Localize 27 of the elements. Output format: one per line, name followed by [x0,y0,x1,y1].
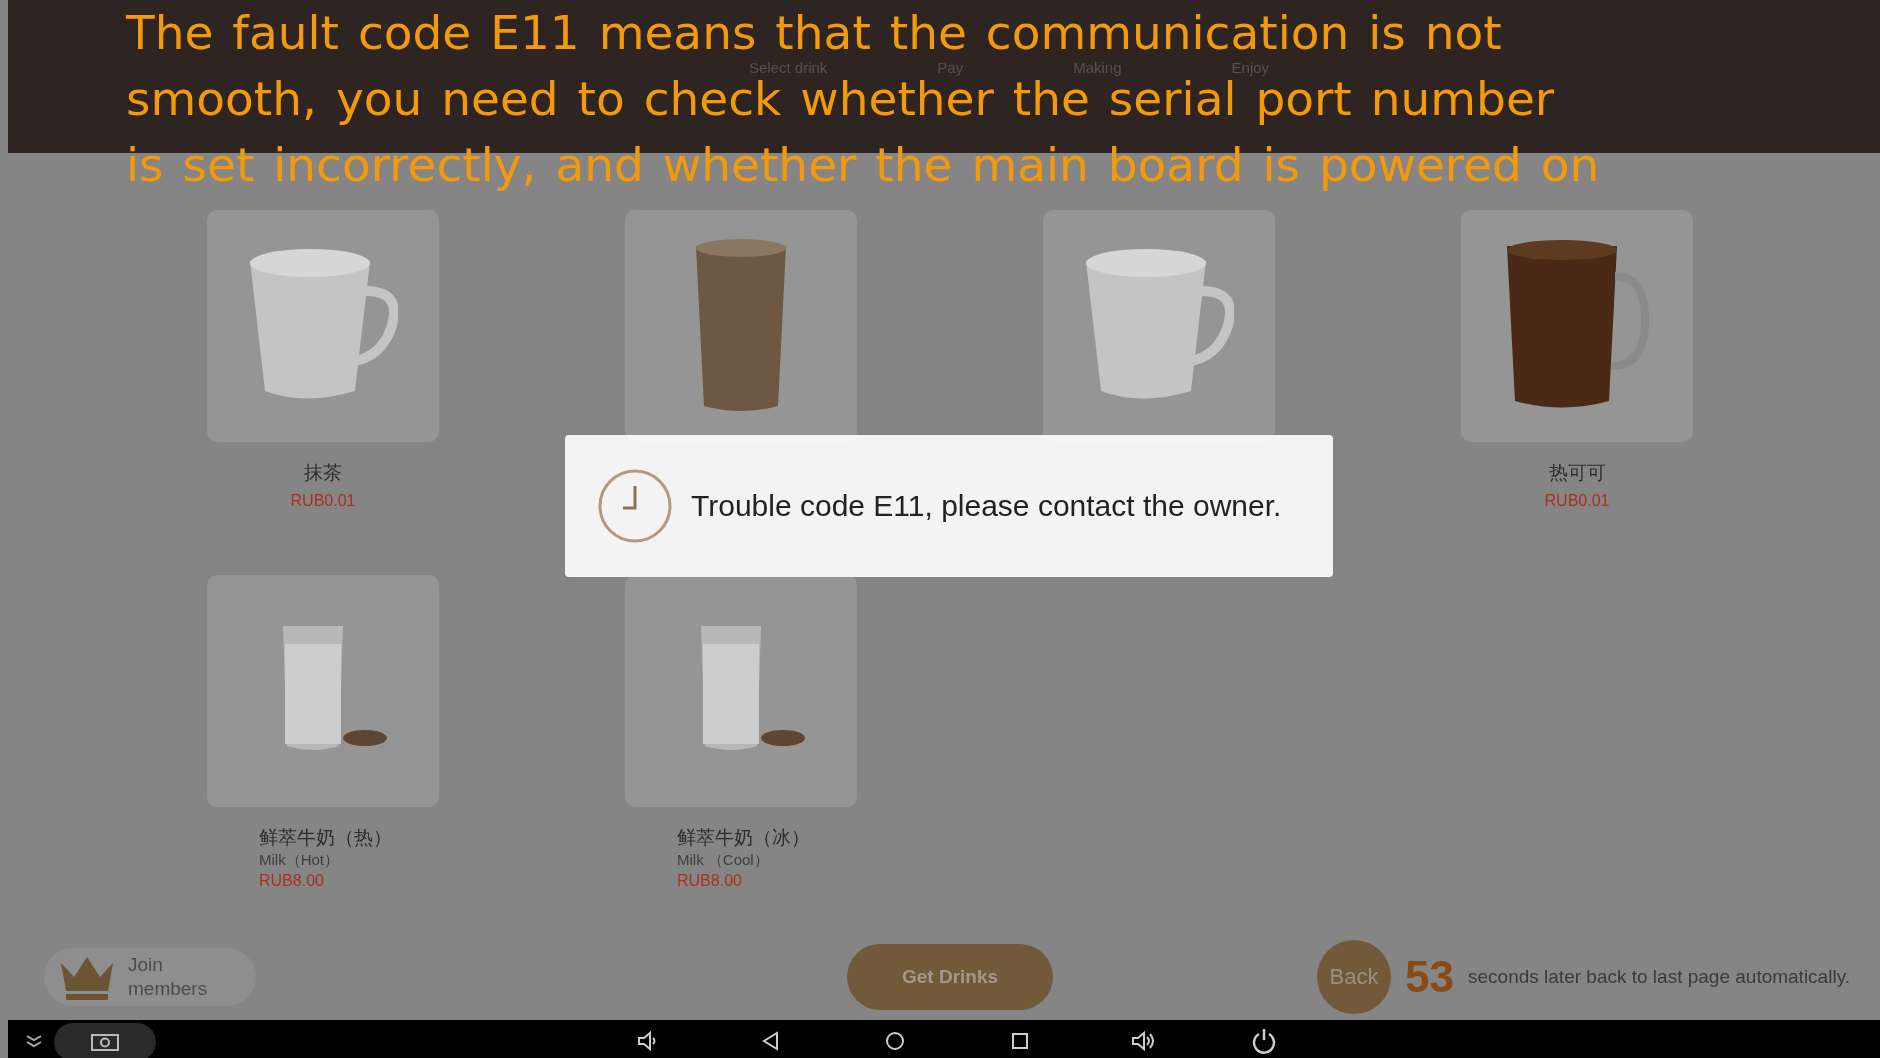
drink-price: RUB8.00 [259,871,324,890]
drink-subtitle: Milk（Hot） [259,850,339,870]
camera-icon [90,1031,120,1052]
error-message: Trouble code E11, please contact the owner. [691,489,1282,523]
annotation-line: smooth, you need to check whether the serial port number [126,74,1555,124]
home-circle-icon[interactable] [884,1029,906,1052]
drink-price: RUB0.01 [290,491,356,510]
drink-name: 抹茶 [304,460,342,485]
screenshot-button[interactable] [54,1022,156,1058]
drink-card[interactable] [1461,209,1693,442]
annotation-line: is set incorrectly, and whether the main board is powered on [126,140,1600,190]
drink-subtitle: Milk （Cool） [677,850,769,870]
clock-icon [597,468,673,544]
get-drinks-button[interactable]: Get Drinks [847,943,1053,1010]
countdown-number: 53 [1405,951,1455,1002]
volume-up-icon[interactable] [1130,1029,1156,1052]
drink-name: 热可可 [1548,460,1606,485]
drink-price: RUB0.01 [1544,491,1610,510]
back-button[interactable]: Back [1317,939,1392,1014]
drink-name: 鲜萃牛奶（冰） [677,825,810,850]
countdown-text: seconds later back to last page automatically. [1468,965,1850,988]
drink-name: 鲜萃牛奶（热） [259,825,392,850]
join-members-button[interactable]: Join members [44,947,256,1006]
drink-price: RUB8.00 [677,871,742,890]
volume-down-icon[interactable] [636,1029,658,1052]
annotation-line: The fault code E11 means that the communication is not [126,8,1502,58]
power-icon[interactable] [1250,1026,1278,1055]
